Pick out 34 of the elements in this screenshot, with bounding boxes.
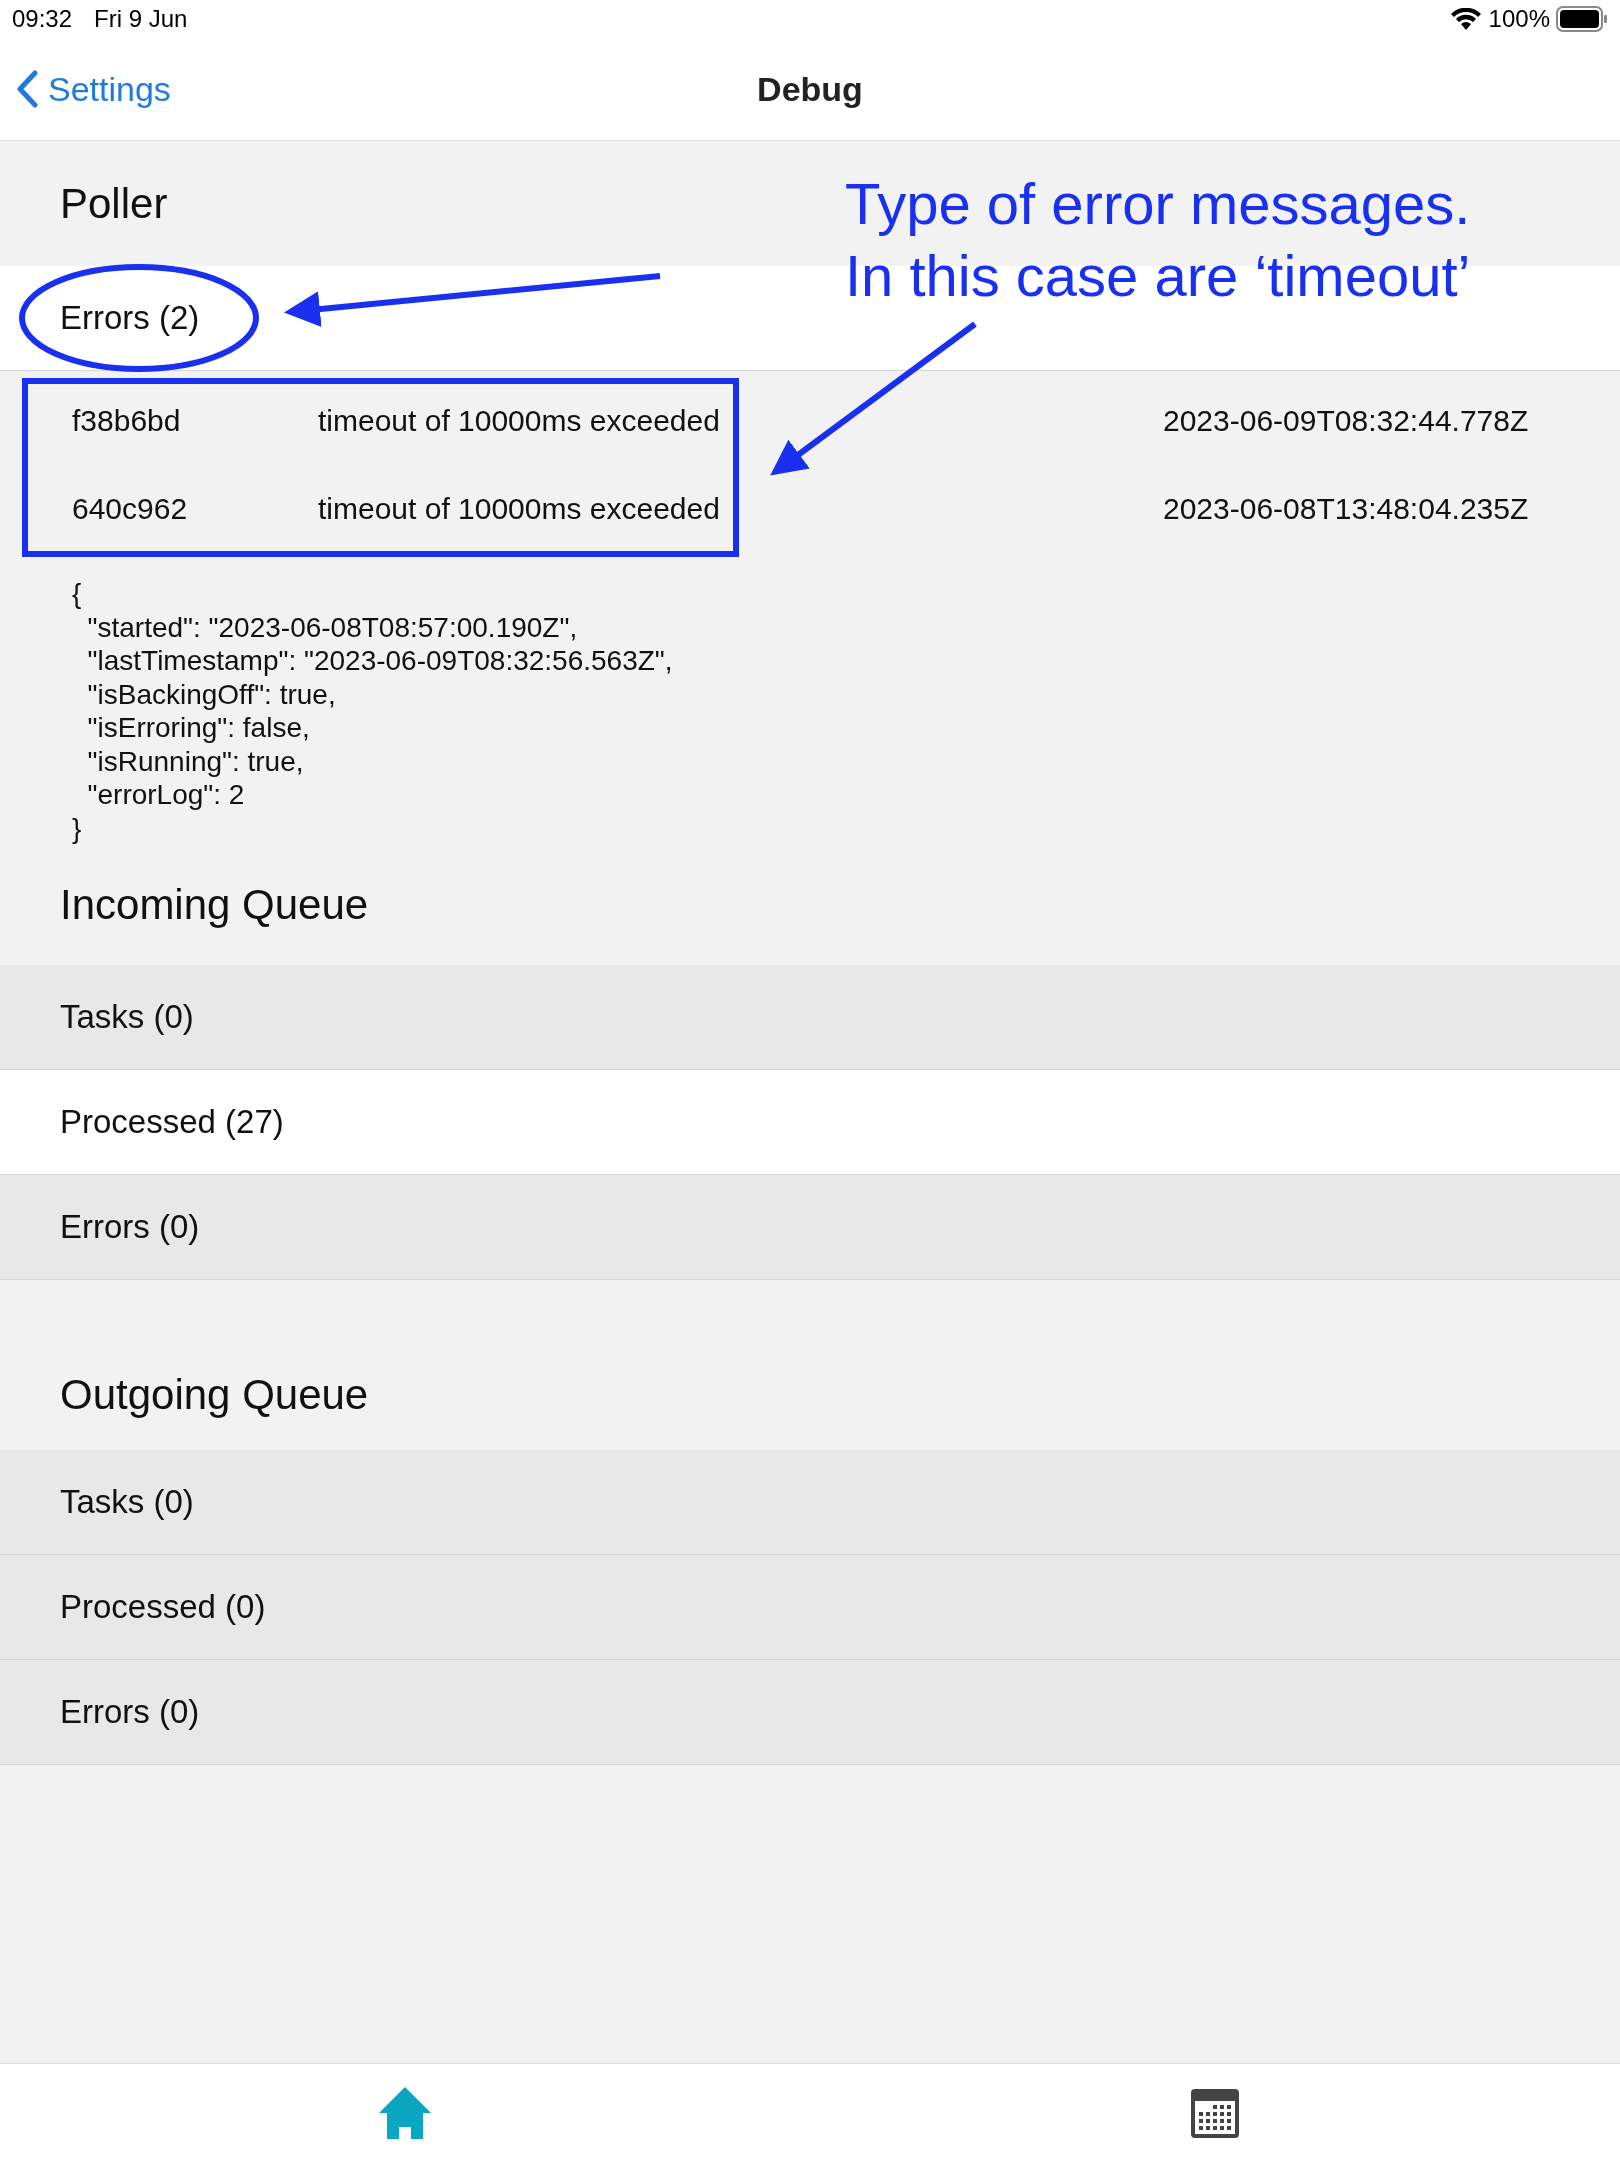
code-line: "errorLog": 2 — [86, 778, 246, 812]
row-label[interactable]: Tasks (0) — [60, 1483, 194, 1521]
home-icon — [377, 2085, 433, 2139]
error-timestamp: 2023-06-08T13:48:04.235Z — [1163, 492, 1530, 526]
section-title: Poller — [60, 179, 168, 228]
back-button[interactable]: Settings — [16, 69, 171, 109]
code-line: "lastTimestamp": "2023-06-09T08:32:56.563Z", — [86, 644, 674, 678]
row-label[interactable]: Errors (0) — [60, 1208, 200, 1246]
error-message: timeout of 10000ms exceeded — [318, 492, 721, 526]
row-label[interactable]: Errors (0) — [60, 1693, 200, 1731]
code-line: "started": "2023-06-08T08:57:00.190Z", — [86, 610, 579, 644]
battery-percent: 100% — [1488, 5, 1550, 33]
wifi-icon — [1450, 8, 1481, 30]
error-id: f38b6bd — [72, 404, 182, 438]
annotation-text: Type of error messages. In this case are ‘timeout’ — [845, 170, 1471, 310]
chevron-left-icon — [16, 70, 38, 108]
error-message: timeout of 10000ms exceeded — [318, 404, 721, 438]
code-line: { — [72, 577, 83, 611]
section-title: Outgoing Queue — [60, 1371, 369, 1419]
status-time: 09:32 — [12, 5, 73, 33]
row-label[interactable]: Errors (2) — [60, 299, 200, 337]
code-line: } — [72, 811, 83, 845]
error-timestamp: 2023-06-09T08:32:44.778Z — [1163, 404, 1530, 438]
row-label[interactable]: Processed (27) — [60, 1103, 284, 1141]
row-label[interactable]: Tasks (0) — [60, 998, 194, 1036]
status-date: Fri 9 Jun — [94, 5, 188, 33]
code-line: "isBackingOff": true, — [86, 677, 337, 711]
row-label[interactable]: Processed (0) — [60, 1588, 266, 1626]
battery-icon — [1556, 6, 1608, 32]
error-id: 640c962 — [72, 492, 189, 526]
section-title: Incoming Queue — [60, 881, 369, 929]
screen-title: Debug — [757, 69, 863, 109]
code-line: "isErroring": false, — [86, 711, 311, 745]
code-line: "isRunning": true, — [86, 744, 305, 778]
